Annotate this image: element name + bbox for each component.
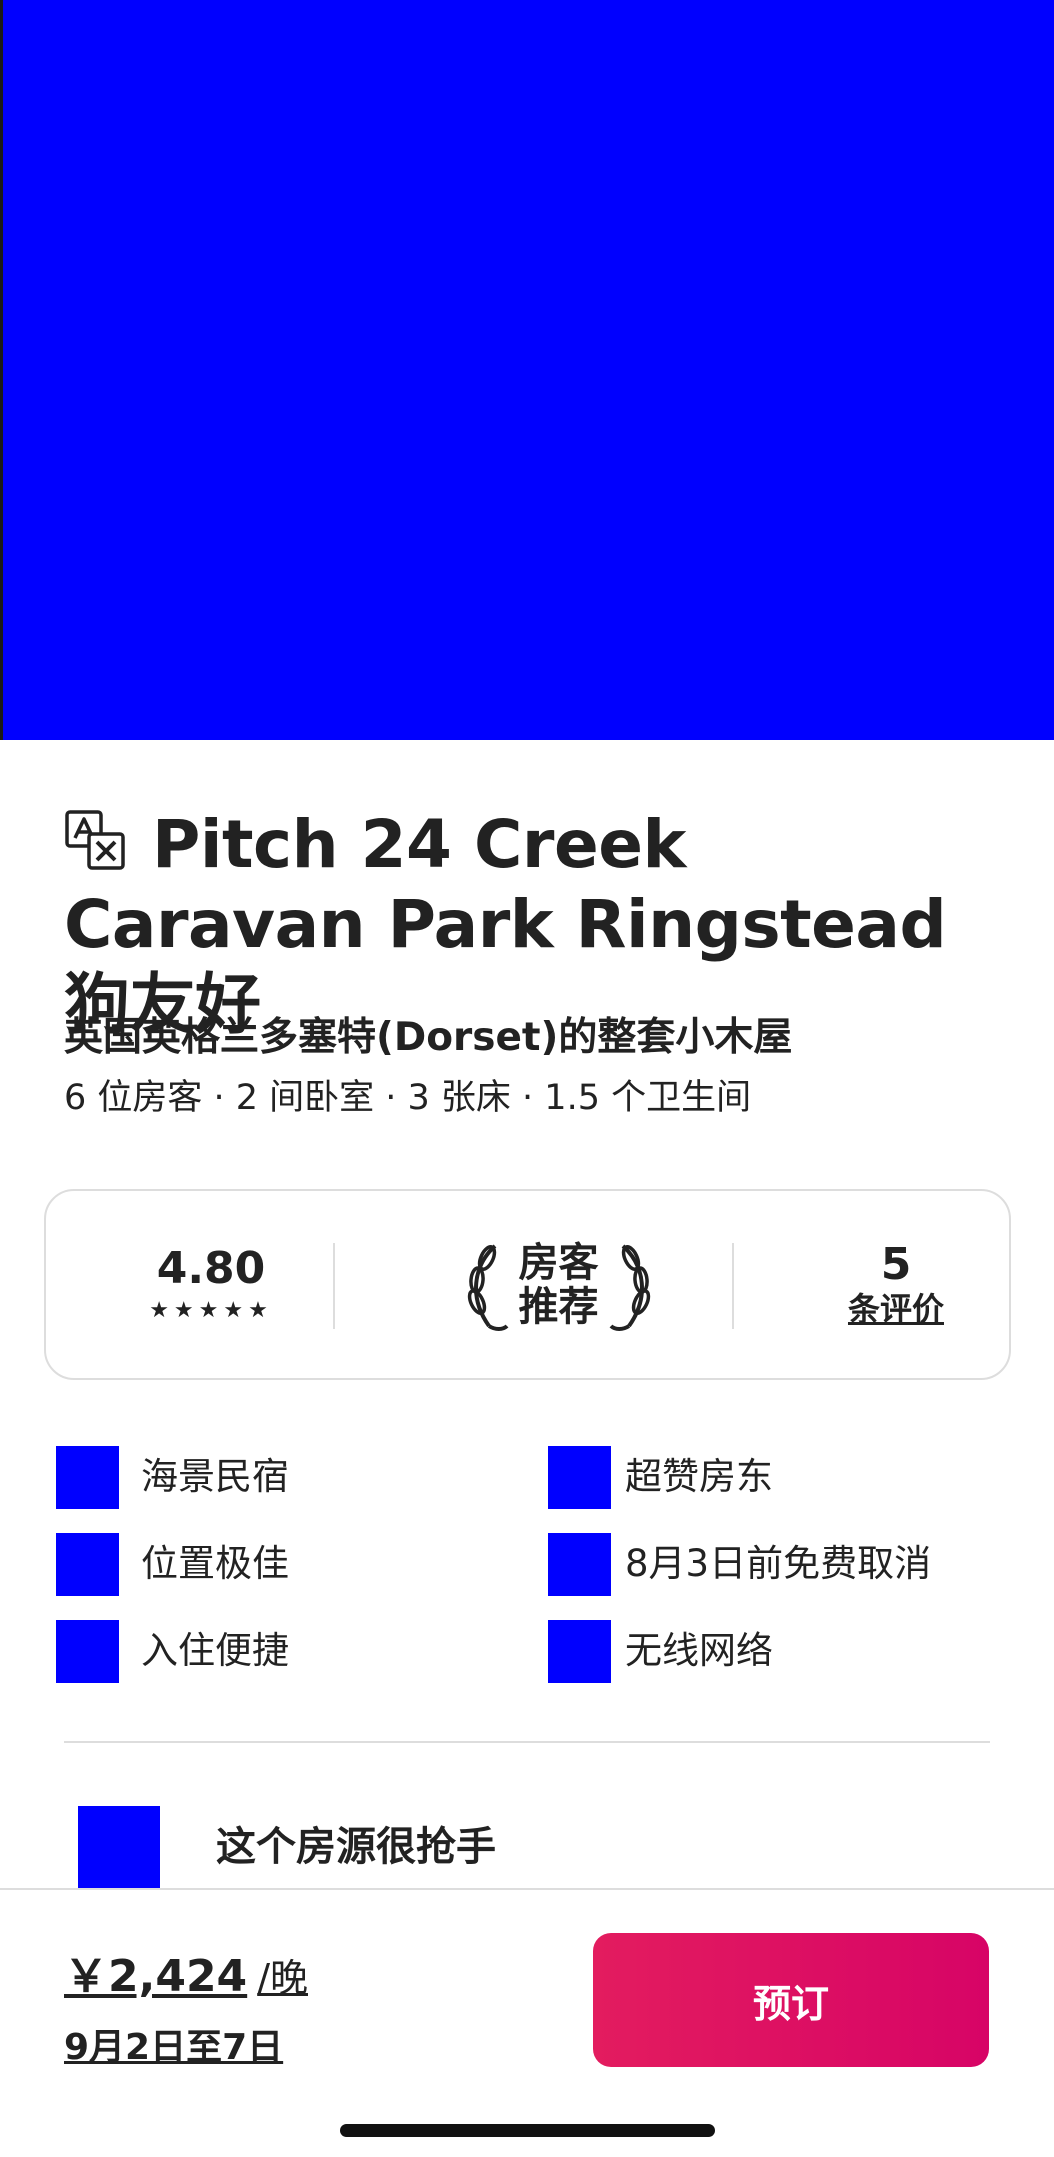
feature-label: 超赞房东	[625, 1455, 773, 1498]
rare-find-banner: 这个房源很抢手	[78, 1806, 496, 1888]
review-label[interactable]: 条评价	[848, 1289, 944, 1329]
rare-find-text: 这个房源很抢手	[216, 1824, 496, 1870]
price-amount: ￥2,424	[64, 1951, 248, 2002]
price-unit: /晚	[257, 1956, 308, 2000]
guest-favorite-line2: 推荐	[518, 1283, 599, 1330]
diamond-icon	[78, 1806, 160, 1888]
feature-item: 海景民宿	[56, 1445, 289, 1509]
feature-label: 无线网络	[625, 1629, 773, 1672]
rating-block: 4.80 ★★★★★	[86, 1191, 336, 1378]
feature-label: 入住便捷	[141, 1629, 289, 1672]
feature-item: 8月3日前免费取消	[548, 1532, 931, 1596]
feature-item: 无线网络	[548, 1619, 773, 1683]
laurel-right-icon	[609, 1244, 650, 1331]
card-divider	[333, 1243, 335, 1329]
feature-label: 位置极佳	[141, 1542, 289, 1585]
feature-icon	[548, 1532, 611, 1596]
section-divider	[64, 1741, 990, 1743]
home-indicator[interactable]	[340, 2124, 715, 2137]
listing-title-text: Pitch 24 Creek Caravan Park Ringstead狗友好	[64, 806, 947, 1043]
booking-bar: ￥2,424 /晚 9月2日至7日 预订	[0, 1888, 1054, 2157]
feature-icon	[548, 1445, 611, 1509]
guest-favorite-label: 房客 推荐	[519, 1241, 599, 1329]
feature-item: 位置极佳	[56, 1532, 289, 1596]
listing-subtitle: 英国英格兰多塞特(Dorset)的整套小木屋	[64, 1015, 793, 1060]
rating-card[interactable]: 4.80 ★★★★★ 房客 推荐 5 条评价	[44, 1189, 1011, 1380]
listing-title: Pitch 24 Creek Caravan Park Ringstead狗友好	[64, 805, 984, 1045]
title-row: Pitch 24 Creek Caravan Park Ringstead狗友好	[64, 805, 984, 1045]
feature-item: 超赞房东	[548, 1445, 773, 1509]
listing-details: 6 位房客 · 2 间卧室 · 3 张床 · 1.5 个卫生间	[64, 1078, 752, 1118]
feature-item: 入住便捷	[56, 1619, 289, 1683]
price-link[interactable]: ￥2,424 /晚	[64, 1940, 308, 2004]
card-divider	[732, 1243, 734, 1329]
guest-favorite-line1: 房客	[518, 1239, 599, 1286]
date-range-link[interactable]: 9月2日至7日	[64, 2018, 283, 2070]
rating-score: 4.80	[156, 1242, 266, 1294]
feature-label: 8月3日前免费取消	[625, 1542, 932, 1585]
star-rating-icon: ★★★★★	[149, 1297, 273, 1323]
feature-icon	[56, 1532, 119, 1596]
feature-label: 海景民宿	[141, 1455, 289, 1498]
feature-icon	[548, 1619, 611, 1683]
feature-icon	[56, 1619, 119, 1683]
reviews-link[interactable]: 5 条评价	[786, 1191, 1006, 1378]
feature-icon	[56, 1445, 119, 1509]
review-count: 5	[880, 1238, 912, 1290]
reserve-button[interactable]: 预订	[593, 1933, 989, 2067]
guest-favorite-badge: 房客 推荐	[346, 1191, 771, 1378]
translate-icon[interactable]	[64, 809, 126, 871]
laurel-left-icon	[467, 1244, 508, 1331]
photo-edge	[0, 0, 3, 740]
listing-photo[interactable]	[0, 0, 1054, 740]
